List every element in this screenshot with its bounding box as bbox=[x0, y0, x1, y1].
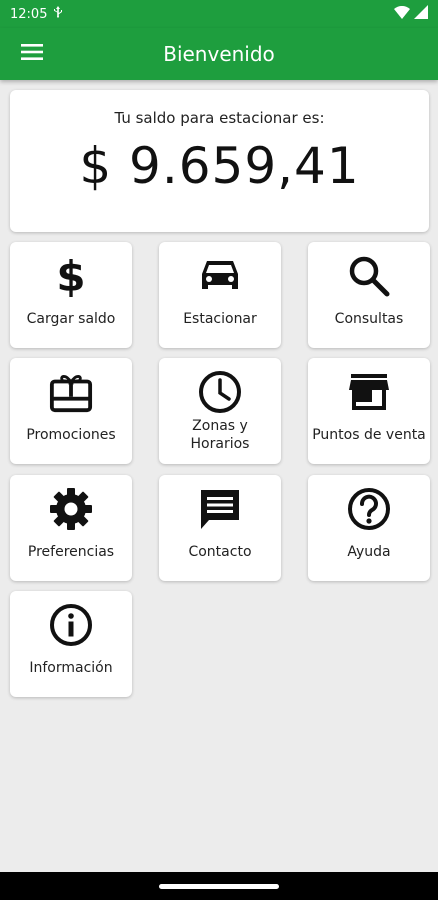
dollar-icon: $ bbox=[49, 254, 93, 298]
menu-button[interactable] bbox=[12, 38, 52, 70]
tile-label: Puntos de venta bbox=[312, 427, 426, 443]
tile-ayuda[interactable]: Ayuda bbox=[308, 475, 430, 581]
car-icon bbox=[198, 254, 242, 298]
usb-icon bbox=[53, 6, 63, 22]
balance-card: Tu saldo para estacionar es: $ 9.659,41 bbox=[10, 90, 429, 232]
tile-label: Preferencias bbox=[27, 544, 115, 560]
tile-label: Estacionar bbox=[183, 311, 257, 327]
tile-zonas-horarios[interactable]: Zonas y Horarios bbox=[159, 358, 281, 464]
status-time: 12:05 bbox=[10, 6, 48, 22]
tile-estacionar[interactable]: Estacionar bbox=[159, 242, 281, 348]
clock-icon bbox=[198, 370, 242, 414]
app-bar: Bienvenido bbox=[0, 28, 438, 80]
tile-cargar-saldo[interactable]: $ Cargar saldo bbox=[10, 242, 132, 348]
info-icon bbox=[49, 603, 93, 647]
gear-icon bbox=[49, 487, 93, 531]
tile-preferencias[interactable]: Preferencias bbox=[10, 475, 132, 581]
balance-label: Tu saldo para estacionar es: bbox=[114, 109, 325, 127]
tile-label: Consultas bbox=[334, 311, 404, 327]
search-icon bbox=[347, 254, 391, 298]
tile-label: Zonas y Horarios bbox=[190, 418, 250, 452]
balance-amount: $ 9.659,41 bbox=[79, 137, 360, 195]
page-title: Bienvenido bbox=[163, 42, 275, 66]
tile-label: Promociones bbox=[26, 427, 116, 443]
wifi-icon bbox=[394, 5, 410, 23]
message-icon bbox=[198, 487, 242, 531]
tile-promociones[interactable]: Promociones bbox=[10, 358, 132, 464]
svg-text:$: $ bbox=[56, 255, 85, 297]
gift-card-icon bbox=[49, 370, 93, 414]
hamburger-icon bbox=[21, 44, 43, 64]
store-icon bbox=[347, 370, 391, 414]
tile-label: Cargar saldo bbox=[26, 311, 116, 327]
tile-contacto[interactable]: Contacto bbox=[159, 475, 281, 581]
tile-label: Ayuda bbox=[347, 544, 391, 560]
status-bar: 12:05 bbox=[0, 0, 438, 28]
tile-informacion[interactable]: Información bbox=[10, 591, 132, 697]
tile-label: Información bbox=[29, 660, 113, 676]
home-gesture-handle[interactable] bbox=[159, 884, 279, 889]
tile-consultas[interactable]: Consultas bbox=[308, 242, 430, 348]
signal-icon bbox=[414, 5, 428, 23]
tile-label: Contacto bbox=[188, 544, 252, 560]
tile-puntos-venta[interactable]: Puntos de venta bbox=[308, 358, 430, 464]
system-nav-bar bbox=[0, 872, 438, 900]
help-icon bbox=[347, 487, 391, 531]
